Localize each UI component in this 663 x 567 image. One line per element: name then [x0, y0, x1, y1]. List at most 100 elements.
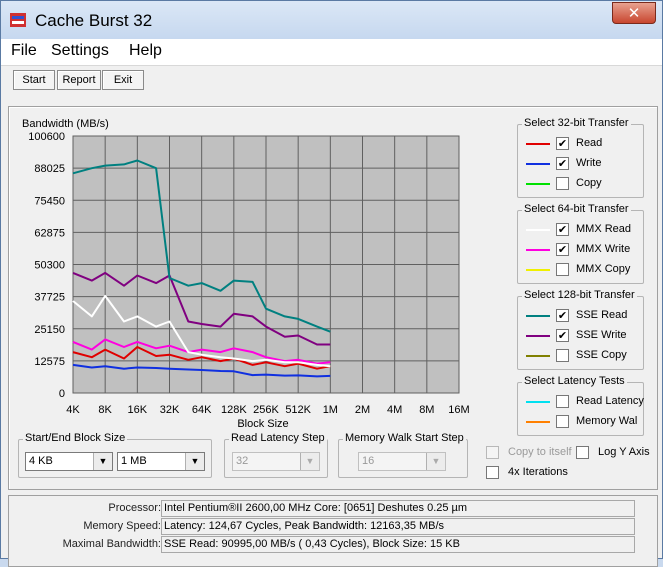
x-tick-label: 16M — [448, 404, 469, 416]
group-latency: Select Latency Tests Read Latency Memory… — [517, 375, 644, 436]
option-write[interactable]: ✔ Write — [518, 155, 638, 173]
group-32bit: Select 32-bit Transfer ✔ Read ✔ Write Co… — [517, 117, 644, 198]
x-tick-label: 64K — [192, 404, 212, 416]
copy-label: Copy — [576, 177, 602, 189]
memory-walk-checkbox[interactable] — [556, 415, 569, 428]
chevron-down-icon[interactable]: ▼ — [300, 453, 319, 470]
mmx-copy-checkbox[interactable] — [556, 263, 569, 276]
x-tick-label: 512K — [285, 404, 311, 416]
y-tick-label: 50300 — [34, 260, 65, 272]
option-mmx-read[interactable]: ✔ MMX Read — [518, 221, 638, 239]
copy-checkbox[interactable] — [556, 177, 569, 190]
group-latency-title: Select Latency Tests — [522, 375, 627, 387]
iterations-checkbox[interactable] — [486, 466, 499, 479]
option-mmx-write[interactable]: ✔ MMX Write — [518, 241, 638, 259]
copy-to-itself-checkbox[interactable] — [486, 446, 499, 459]
legend-line-mmx-read — [526, 229, 550, 231]
write-checkbox[interactable]: ✔ — [556, 157, 569, 170]
memory-speed-row: Memory Speed: Latency: 124,67 Cycles, Pe… — [9, 517, 657, 535]
mmx-copy-label: MMX Copy — [576, 263, 631, 275]
legend-line-mmx-copy — [526, 269, 550, 271]
max-bandwidth-value: SSE Read: 90995,00 MB/s ( 0,43 Cycles), … — [161, 536, 635, 553]
legend-line-write — [526, 163, 550, 165]
option-read-latency[interactable]: Read Latency — [518, 393, 644, 411]
read-latency-step-title: Read Latency Step — [229, 432, 327, 444]
x-tick-label: 128K — [221, 404, 247, 416]
read-latency-step-value: 32 — [236, 455, 249, 467]
mmx-write-label: MMX Write — [576, 243, 631, 255]
legend-line-mmx-write — [526, 249, 550, 251]
y-tick-label: 12575 — [34, 356, 65, 368]
y-tick-label: 75450 — [34, 195, 65, 207]
group-64bit: Select 64-bit Transfer ✔ MMX Read ✔ MMX … — [517, 203, 644, 284]
chevron-down-icon[interactable]: ▼ — [93, 453, 112, 470]
read-latency-step-select[interactable]: 32 ▼ — [232, 452, 320, 471]
option-sse-write[interactable]: ✔ SSE Write — [518, 327, 638, 345]
chevron-down-icon[interactable]: ▼ — [185, 453, 204, 470]
memory-speed-value: Latency: 124,67 Cycles, Peak Bandwidth: … — [161, 518, 635, 535]
chevron-down-icon[interactable]: ▼ — [426, 453, 445, 470]
sse-write-label: SSE Write — [576, 329, 627, 341]
group-block-size: Start/End Block Size 4 KB ▼ 1 MB ▼ — [18, 432, 212, 478]
read-latency-checkbox[interactable] — [556, 395, 569, 408]
option-sse-read[interactable]: ✔ SSE Read — [518, 307, 638, 325]
info-panel: Processor: Intel Pentium®II 2600,00 MHz … — [8, 495, 658, 567]
group-64bit-title: Select 64-bit Transfer — [522, 203, 631, 215]
processor-label: Processor: — [108, 502, 161, 514]
memory-speed-label: Memory Speed: — [83, 520, 161, 532]
x-tick-label: 4M — [387, 404, 402, 416]
x-tick-label: 16K — [128, 404, 148, 416]
y-tick-label: 88025 — [34, 163, 65, 175]
sse-write-checkbox[interactable]: ✔ — [556, 329, 569, 342]
processor-value: Intel Pentium®II 2600,00 MHz Core: [0651… — [161, 500, 635, 517]
group-memwalk: Memory Walk Start Step 16 ▼ — [338, 432, 468, 478]
option-sse-copy[interactable]: SSE Copy — [518, 347, 638, 365]
end-block-select[interactable]: 1 MB ▼ — [117, 452, 205, 471]
legend-line-read — [526, 143, 550, 145]
iterations-label: 4x Iterations — [508, 466, 568, 478]
x-tick-label: 4K — [66, 404, 80, 416]
read-checkbox[interactable]: ✔ — [556, 137, 569, 150]
mmx-write-checkbox[interactable]: ✔ — [556, 243, 569, 256]
read-latency-label: Read Latency — [576, 395, 644, 407]
app-window: Cache Burst 32 ✕ File Settings Help Star… — [0, 0, 663, 567]
start-block-select[interactable]: 4 KB ▼ — [25, 452, 113, 471]
close-button[interactable]: ✕ — [612, 2, 656, 24]
legend-line-copy — [526, 183, 550, 185]
memwalk-step-select[interactable]: 16 ▼ — [358, 452, 446, 471]
sse-read-label: SSE Read — [576, 309, 628, 321]
option-copy[interactable]: Copy — [518, 175, 638, 193]
option-memory-walk[interactable]: Memory Wal — [518, 413, 638, 431]
x-tick-label: 1M — [323, 404, 338, 416]
x-tick-label: 32K — [160, 404, 180, 416]
legend-line-memory-walk — [526, 421, 550, 423]
y-tick-label: 100600 — [28, 131, 65, 143]
start-block-value: 4 KB — [29, 455, 53, 467]
memory-walk-label: Memory Wal — [576, 415, 638, 427]
sse-read-checkbox[interactable]: ✔ — [556, 309, 569, 322]
group-128bit-title: Select 128-bit Transfer — [522, 289, 637, 301]
group-read-latency: Read Latency Step 32 ▼ — [224, 432, 328, 478]
log-y-axis-label: Log Y Axis — [598, 446, 650, 458]
y-tick-label: 25150 — [34, 324, 65, 336]
mmx-read-checkbox[interactable]: ✔ — [556, 223, 569, 236]
copy-to-itself-label: Copy to itself — [508, 446, 572, 458]
y-tick-label: 37725 — [34, 292, 65, 304]
legend-line-sse-copy — [526, 355, 550, 357]
x-tick-label: 8M — [419, 404, 434, 416]
mmx-read-label: MMX Read — [576, 223, 632, 235]
option-mmx-copy[interactable]: MMX Copy — [518, 261, 638, 279]
write-label: Write — [576, 157, 602, 169]
legend-line-sse-write — [526, 335, 550, 337]
x-tick-label: 8K — [98, 404, 112, 416]
memwalk-step-value: 16 — [362, 455, 375, 467]
log-y-axis-checkbox[interactable] — [576, 446, 589, 459]
legend-line-read-latency — [526, 401, 550, 403]
sse-copy-checkbox[interactable] — [556, 349, 569, 362]
legend-line-sse-read — [526, 315, 550, 317]
option-read[interactable]: ✔ Read — [518, 135, 638, 153]
max-bandwidth-row: Maximal Bandwidth: SSE Read: 90995,00 MB… — [9, 535, 657, 553]
sse-copy-label: SSE Copy — [576, 349, 627, 361]
block-size-title: Start/End Block Size — [23, 432, 128, 444]
end-block-value: 1 MB — [121, 455, 147, 467]
